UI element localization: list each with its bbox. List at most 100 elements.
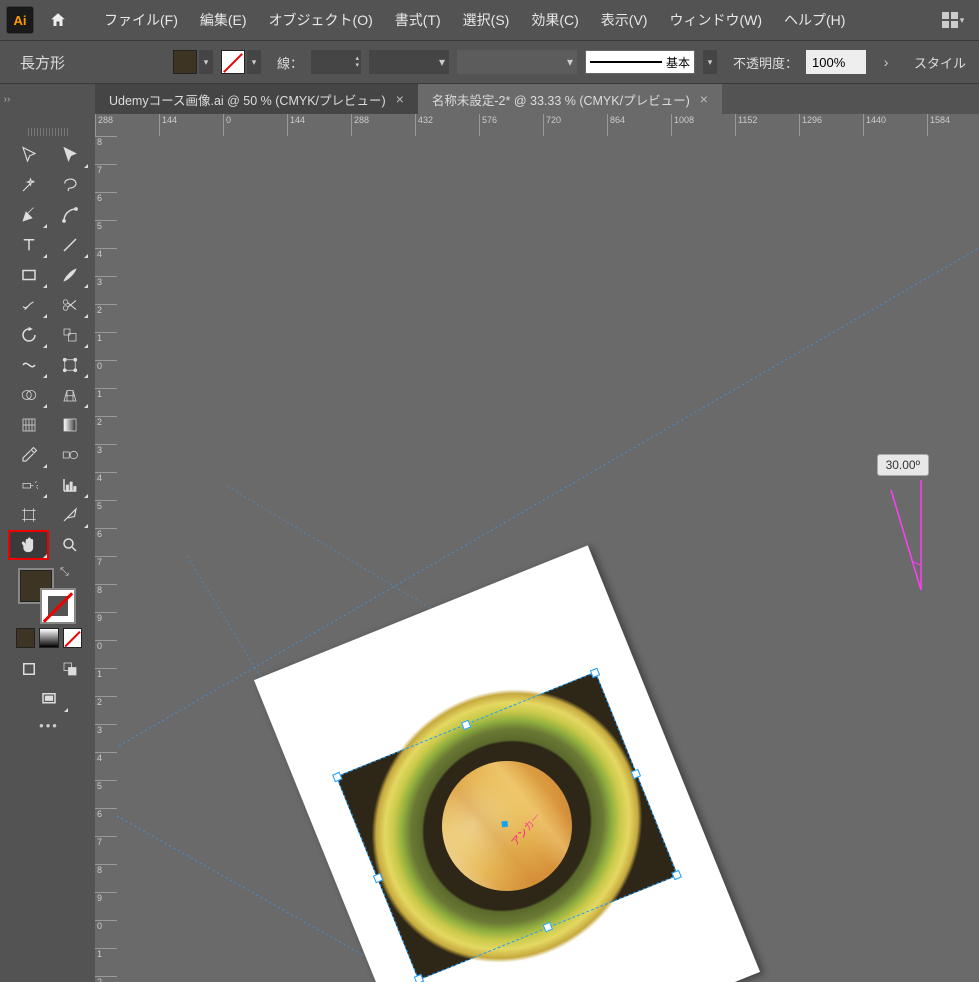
opacity-more-icon[interactable]: › — [874, 50, 898, 74]
screen-mode-icon[interactable] — [29, 684, 70, 714]
ruler-tick: 8 — [95, 136, 117, 147]
zoom-tool[interactable] — [49, 530, 90, 560]
ruler-tick: 3 — [95, 724, 117, 735]
swap-colors-icon[interactable]: ⤡ — [60, 566, 69, 579]
free-transform-tool[interactable] — [49, 350, 90, 380]
panel-toggle-icon[interactable]: ›› — [0, 84, 14, 114]
selection-handle[interactable] — [373, 873, 383, 883]
selection-handle[interactable] — [461, 720, 471, 730]
color-mode-gradient[interactable] — [39, 628, 58, 648]
menu-effect[interactable]: 効果(C) — [521, 4, 588, 36]
artboard-tool[interactable] — [8, 500, 49, 530]
magic-wand-tool[interactable] — [8, 170, 49, 200]
menu-object[interactable]: オブジェクト(O) — [259, 4, 383, 36]
rotate-tool[interactable] — [8, 320, 49, 350]
menu-help[interactable]: ヘルプ(H) — [774, 4, 855, 36]
color-wells[interactable]: ⤡ — [8, 564, 90, 626]
blend-tool[interactable] — [49, 440, 90, 470]
brush-select[interactable]: ▾ — [457, 50, 577, 74]
menu-file[interactable]: ファイル(F) — [94, 4, 188, 36]
ruler-tick: 0 — [95, 920, 117, 931]
curvature-tool[interactable] — [49, 200, 90, 230]
close-icon[interactable]: × — [700, 91, 708, 107]
ruler-tick: 8 — [95, 584, 117, 595]
mesh-tool[interactable] — [8, 410, 49, 440]
ruler-tick: 1 — [95, 948, 117, 959]
ruler-tick: 4 — [95, 248, 117, 259]
shaper-tool[interactable] — [8, 290, 49, 320]
home-icon[interactable] — [44, 6, 72, 34]
lasso-tool[interactable] — [49, 170, 90, 200]
stroke-swatch[interactable]: ▾ — [221, 50, 261, 74]
direct-selection-tool[interactable] — [49, 140, 90, 170]
selection-tool[interactable] — [8, 140, 49, 170]
panel-grip-icon[interactable] — [28, 128, 70, 136]
stroke-color-well[interactable] — [40, 588, 76, 624]
eyedropper-tool[interactable] — [8, 440, 49, 470]
ruler-tick: 2 — [95, 304, 117, 315]
gradient-tool[interactable] — [49, 410, 90, 440]
menu-type[interactable]: 書式(T) — [385, 4, 451, 36]
ruler-tick: 1 — [95, 388, 117, 399]
selection-handle[interactable] — [332, 772, 342, 782]
edit-toolbar-icon[interactable]: ••• — [8, 714, 90, 737]
ruler-tick: 6 — [95, 528, 117, 539]
shape-builder-tool[interactable] — [8, 380, 49, 410]
scissors-tool[interactable] — [49, 290, 90, 320]
selection-handle[interactable] — [414, 974, 424, 982]
brush-profile-caret[interactable]: ▾ — [703, 50, 717, 74]
selection-handle[interactable] — [590, 668, 600, 678]
menu-window[interactable]: ウィンドウ(W) — [659, 4, 772, 36]
ruler-tick: 1 — [95, 332, 117, 343]
color-mode-none[interactable] — [63, 628, 82, 648]
control-bar: 長方形 ▾ ▾ 線： ▴▾ ▾ ▾ 基本 ▾ 不透明度： 100% › スタイル — [0, 40, 979, 84]
rotation-angle-indicator: 30.00º — [877, 454, 929, 476]
rectangle-tool[interactable] — [8, 260, 49, 290]
stroke-weight-input[interactable]: ▴▾ — [311, 50, 361, 74]
width-tool[interactable] — [8, 350, 49, 380]
color-mode-solid[interactable] — [16, 628, 35, 648]
ruler-horizontal: 2881440144288432576720864100811521296144… — [95, 114, 979, 136]
ruler-tick: 4 — [95, 752, 117, 763]
fill-swatch[interactable]: ▾ — [173, 50, 213, 74]
type-tool[interactable] — [8, 230, 49, 260]
menu-view[interactable]: 表示(V) — [591, 4, 658, 36]
ruler-tick: 2 — [95, 976, 117, 982]
draw-behind-icon[interactable] — [49, 654, 90, 684]
symbol-sprayer-tool[interactable] — [8, 470, 49, 500]
brush-tool[interactable] — [49, 260, 90, 290]
selection-handle[interactable] — [672, 870, 682, 880]
artboard[interactable]: アンカー — [254, 545, 760, 982]
menu-select[interactable]: 選択(S) — [453, 4, 520, 36]
ruler-tick: 1296 — [799, 114, 822, 136]
ruler-tick: 144 — [287, 114, 305, 136]
perspective-tool[interactable] — [49, 380, 90, 410]
graph-tool[interactable] — [49, 470, 90, 500]
ruler-tick: 5 — [95, 220, 117, 231]
hand-tool[interactable] — [8, 530, 49, 560]
workspace-switcher-icon[interactable]: ▾ — [939, 6, 967, 34]
ruler-tick: 864 — [607, 114, 625, 136]
opacity-input[interactable]: 100% — [806, 50, 866, 74]
close-icon[interactable]: × — [396, 91, 404, 107]
document-tabs: Udemyコース画像.ai @ 50 % (CMYK/プレビュー) × 名称未設… — [95, 84, 979, 114]
brush-profile-select[interactable]: 基本 — [585, 50, 695, 74]
app-logo-icon: Ai — [6, 6, 34, 34]
ruler-vertical: 8765432101234567890123456789012 — [95, 136, 117, 982]
tab-inactive[interactable]: Udemyコース画像.ai @ 50 % (CMYK/プレビュー) × — [95, 84, 418, 114]
canvas-area[interactable]: アンカー 30.00º — [117, 136, 979, 982]
ruler-tick: 7 — [95, 556, 117, 567]
scale-tool[interactable] — [49, 320, 90, 350]
slice-tool[interactable] — [49, 500, 90, 530]
ruler-tick: 288 — [351, 114, 369, 136]
ruler-tick: 1152 — [735, 114, 757, 136]
menu-edit[interactable]: 編集(E) — [190, 4, 257, 36]
tab-active[interactable]: 名称未設定-2* @ 33.33 % (CMYK/プレビュー) × — [418, 84, 722, 114]
draw-normal-icon[interactable] — [8, 654, 49, 684]
ruler-tick: 0 — [95, 640, 117, 651]
style-label[interactable]: スタイル — [914, 53, 966, 72]
pen-tool[interactable] — [8, 200, 49, 230]
variable-width-select[interactable]: ▾ — [369, 50, 449, 74]
line-tool[interactable] — [49, 230, 90, 260]
ruler-tick: 288 — [95, 114, 113, 136]
